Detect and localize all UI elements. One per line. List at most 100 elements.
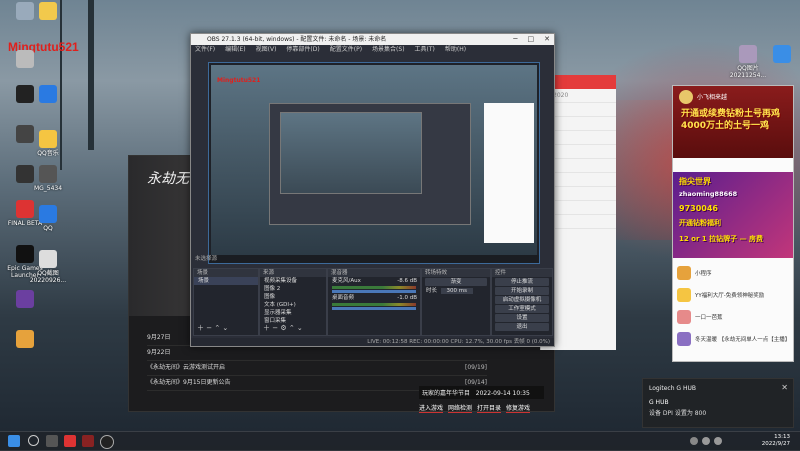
obs-window[interactable]: OBS 27.1.3 (64-bit, windows) - 配置文件: 未命名… [190, 33, 555, 347]
open-directory-link[interactable]: 打开目录 [477, 403, 502, 413]
qq-music-icon [39, 130, 57, 148]
chat-message[interactable]: 一口一芭蕉 [677, 310, 789, 324]
preview-username: Mingtutu521 [217, 77, 261, 84]
close-icon[interactable]: ✕ [781, 383, 788, 392]
wifi-icon[interactable] [702, 437, 710, 445]
menu-item[interactable]: 编辑(E) [225, 45, 245, 55]
menu-item[interactable]: 场景集合(S) [372, 45, 405, 55]
mixer-channel-label: 桌面音频 -1.0 dB [328, 294, 420, 302]
tray-icon[interactable] [690, 437, 698, 445]
desktop-icon[interactable] [5, 290, 45, 310]
desktop-icon[interactable] [28, 85, 68, 105]
desktop-icon[interactable] [762, 45, 800, 65]
source-item[interactable]: 显示器采集 [260, 309, 326, 317]
search-icon[interactable] [28, 435, 39, 446]
chat-message[interactable]: YY福利大厅-免费领神秘奖励 [677, 288, 789, 302]
desktop-icon-label: MG_5434 [33, 185, 63, 192]
obs-icon[interactable] [100, 435, 114, 449]
notification-toast[interactable]: Logitech G HUB ✕ G HUB 设备 DPI 设置为 800 [642, 378, 794, 428]
source-item[interactable]: 文本 (GDI+) [260, 301, 326, 309]
desktop-icon[interactable] [5, 330, 45, 350]
obs-title-bar[interactable]: OBS 27.1.3 (64-bit, windows) - 配置文件: 未命名… [191, 34, 554, 45]
notification-title: G HUB [649, 399, 669, 406]
menu-item[interactable]: 文件(F) [195, 45, 215, 55]
control-button[interactable]: 设置 [495, 314, 549, 322]
desktop-icon[interactable]: QQ音乐 [28, 130, 68, 157]
news-title: 9月22日 [147, 349, 171, 356]
window-title: OBS 27.1.3 (64-bit, windows) - 配置文件: 未命名… [207, 36, 387, 43]
audio-mixer-dock: 混音器 麦克风/Aux -8.6 dB 桌面音频 -1.0 dB [327, 268, 421, 336]
news-title: 9月27日 [147, 334, 171, 341]
image-file-icon [739, 45, 757, 63]
desktop-icon-label: QQ图片20211254... [729, 65, 767, 79]
scene-add-remove-icons[interactable]: ＋ − ⌃ ⌄ [197, 323, 228, 333]
control-button[interactable]: 开始录制 [495, 287, 549, 295]
control-button[interactable]: 退出 [495, 323, 549, 331]
mixer-level: -1.0 dB [397, 295, 417, 301]
volume-slider[interactable] [332, 290, 416, 293]
avatar[interactable] [679, 90, 693, 104]
qq-group-chat-window[interactable]: 小飞相来越 开通或续费钻粉土号再鸡 4000万土的土号一鸡 指尖世界 zhaom… [672, 85, 794, 362]
task-view-icon[interactable] [46, 435, 58, 447]
image-file-icon [39, 165, 57, 183]
desktop-icon[interactable] [5, 50, 45, 70]
menu-item[interactable]: 工具(T) [415, 45, 435, 55]
avatar [677, 288, 691, 302]
chat-message[interactable]: 冬天温暖 【永劫无间单人一点【主播】 [677, 332, 791, 346]
windows-start-icon[interactable] [8, 435, 20, 447]
obs-menu-bar: 文件(F) 编辑(E) 视图(V) 停靠部件(D) 配置文件(P) 场景集合(S) 工具(T… [191, 45, 554, 55]
chat-message-text: 冬天温暖 【永劫无间单人一点【主播】 [695, 337, 791, 343]
netease-icon[interactable] [64, 435, 76, 447]
chat-title: 小飞相来越 [697, 94, 728, 101]
menu-item[interactable]: 视图(V) [256, 45, 277, 55]
app-icon [16, 330, 34, 348]
obs-docks: 未选择源 场景 场景 ＋ − ⌃ ⌄ 来源 视频采集设备 图像 2 图像 文本 (GD… [191, 256, 554, 346]
wallpaper-pole [88, 0, 94, 150]
avatar [677, 332, 691, 346]
news-item[interactable]: 9月22日 [147, 346, 487, 361]
desktop-icon[interactable]: QQ截图20220926... [28, 250, 68, 284]
game-icon[interactable] [82, 435, 94, 447]
minimize-icon[interactable]: ─ [513, 34, 517, 45]
chat-toolbar[interactable] [673, 158, 793, 173]
play-game-link[interactable]: 进入游戏 [419, 403, 444, 413]
dock-title: 混音器 [328, 269, 420, 277]
control-button[interactable]: 停止推流 [495, 278, 549, 286]
close-icon[interactable]: ✕ [544, 34, 550, 45]
audio-meter [332, 303, 416, 306]
volume-icon[interactable] [714, 437, 722, 445]
source-item[interactable]: 视频采集设备 [260, 277, 326, 285]
obs-preview-canvas[interactable]: Mingtutu521 [208, 62, 540, 264]
desktop-icon[interactable]: QQ [28, 205, 68, 232]
volume-slider[interactable] [332, 307, 416, 310]
menu-item[interactable]: 停靠部件(D) [286, 45, 319, 55]
source-item[interactable]: 图像 [260, 293, 326, 301]
obs-status-bar: LIVE: 00:12:58 REC: 00:00:00 CPU: 12.7%,… [191, 338, 554, 346]
scene-item[interactable]: 场景 [194, 277, 258, 285]
transition-type-select[interactable]: 渐变 [425, 278, 487, 286]
desktop-icon-label: QQ截图20220926... [29, 270, 67, 284]
desktop-icon[interactable] [28, 2, 68, 22]
chat-ad-banner[interactable]: 指尖世界 zhaoming88668 9730046 开通钻粉福利 12 or … [673, 172, 793, 258]
source-item[interactable]: 图像 2 [260, 285, 326, 293]
menu-item[interactable]: 配置文件(P) [330, 45, 362, 55]
desktop-icon[interactable]: MG_5434 [28, 165, 68, 192]
taskbar: 13:13 2022/9/27 [0, 431, 800, 451]
news-title: 《永劫无间》云游戏测试开启 [147, 364, 226, 371]
menu-item[interactable]: 帮助(H) [445, 45, 466, 55]
control-button[interactable]: 启动虚拟摄像机 [495, 296, 549, 304]
duration-input[interactable]: 300 ms [440, 288, 473, 294]
maximize-icon[interactable]: □ [528, 34, 535, 45]
repair-game-link[interactable]: 修复游戏 [506, 403, 531, 413]
network-test-link[interactable]: 网络检测 [448, 403, 473, 413]
chat-message[interactable]: 小程序 [677, 266, 789, 280]
desktop-icon-label: QQ [43, 225, 53, 232]
edge-browser-icon [39, 85, 57, 103]
taskbar-clock[interactable]: 13:13 2022/9/27 [762, 434, 790, 448]
mixer-channel-label: 麦克风/Aux -8.6 dB [328, 277, 420, 285]
news-item[interactable]: 《永劫无间》云游戏测试开启 [09/19] [147, 361, 487, 376]
footer-info: 玩家的嘉年华节目 2022-09-14 10:35 [419, 386, 544, 399]
source-add-remove-icons[interactable]: ＋ − ⚙ ⌃ ⌄ [263, 323, 303, 333]
qq-icon [39, 205, 57, 223]
control-button[interactable]: 工作室模式 [495, 305, 549, 313]
